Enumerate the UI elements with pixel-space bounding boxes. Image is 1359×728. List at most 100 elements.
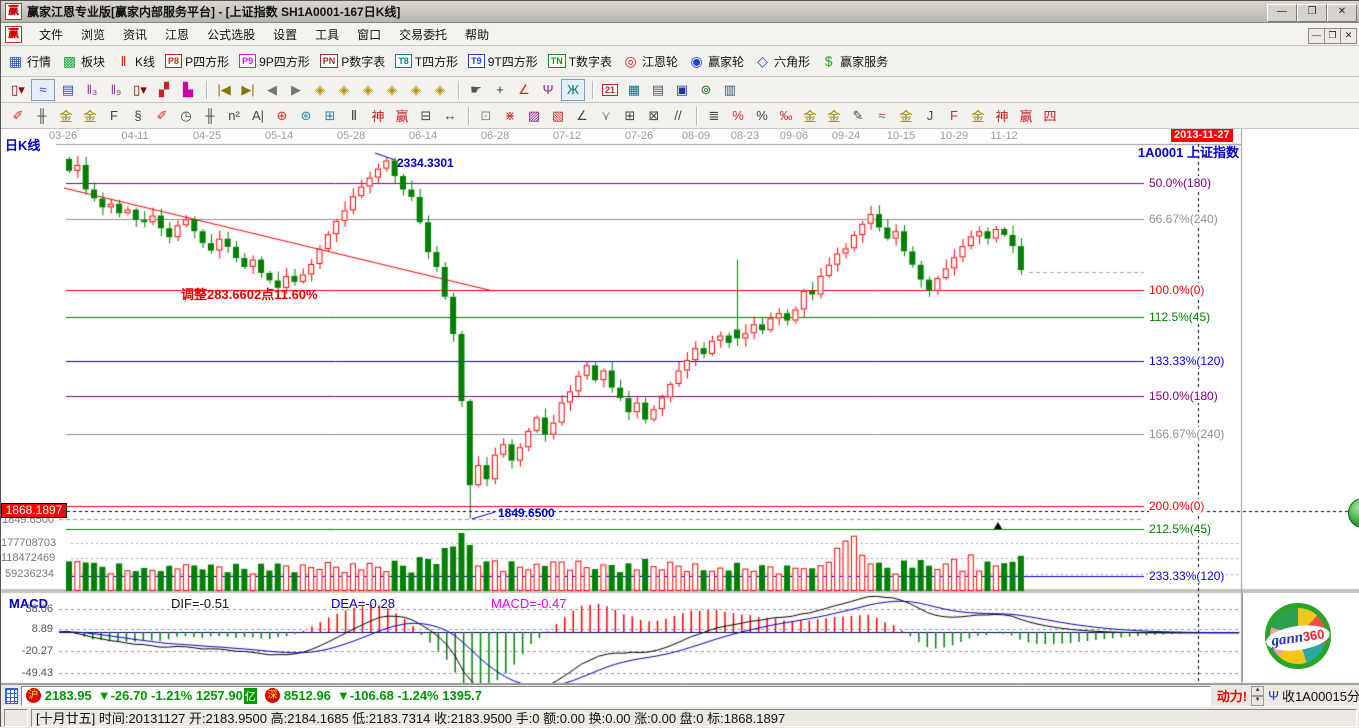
child-close-button[interactable]: ✕ <box>1340 28 1357 44</box>
shen-tool-button[interactable]: 神 <box>367 106 389 126</box>
frame-tool-button[interactable]: ⊡ <box>475 106 497 126</box>
workstation-button[interactable]: ▥ <box>719 80 741 100</box>
pct-tool-button[interactable]: % <box>751 106 773 126</box>
go-next-button[interactable]: ▶ <box>285 80 307 100</box>
shade-box-button[interactable]: ▨ <box>523 106 545 126</box>
close-button[interactable]: ✕ <box>1327 4 1357 22</box>
gann-fan-button[interactable]: ⋇ <box>499 106 521 126</box>
kline-mark-button[interactable]: Ⅱ <box>343 106 365 126</box>
minimize-button[interactable]: — <box>1267 4 1297 22</box>
child-restore-button[interactable]: ❐ <box>1324 28 1341 44</box>
tick-ruler-button[interactable]: ╫ <box>199 106 221 126</box>
toolbar-item-9t-square[interactable]: T99T四方形 <box>468 53 538 70</box>
toolbar-item-p-table[interactable]: PNP数字表 <box>320 53 386 70</box>
go-first-button[interactable]: |◀ <box>213 80 235 100</box>
pen-tool-button[interactable]: ✐ <box>7 106 29 126</box>
gold-circle-button[interactable]: 金 <box>799 106 821 126</box>
brush-tool-button[interactable]: ✎ <box>847 106 869 126</box>
toolbar-item-quotes[interactable]: ▦行情 <box>7 53 51 70</box>
wave-check-button[interactable]: ⋎ <box>595 106 617 126</box>
toolbar-item-9p-square[interactable]: P99P四方形 <box>239 53 310 70</box>
candle-type-button[interactable]: ▯▾ <box>129 80 151 100</box>
grid-x-button[interactable]: ⊠ <box>643 106 665 126</box>
go-prev-button[interactable]: ◀ <box>261 80 283 100</box>
gold-ruler-2-button[interactable]: 金 <box>79 106 101 126</box>
diamond-right-button[interactable]: ◈ <box>333 80 355 100</box>
calendar-button[interactable]: 21 <box>599 80 621 100</box>
menu-item-8[interactable]: 交易委托 <box>390 24 456 45</box>
diamond-left-button[interactable]: ◈ <box>309 80 331 100</box>
toolbar-item-sectors[interactable]: ▩板块 <box>61 53 105 70</box>
save-button[interactable]: ▣ <box>671 80 693 100</box>
menu-item-6[interactable]: 工具 <box>306 24 348 45</box>
grid-icon[interactable] <box>5 688 18 704</box>
jin-angle-button[interactable]: 金 <box>967 106 989 126</box>
pct-strike-button[interactable]: % <box>727 106 749 126</box>
menu-item-0[interactable]: 文件 <box>30 24 72 45</box>
shenzhen-badge[interactable]: 深 <box>265 688 280 703</box>
gold-angle-button[interactable]: 金 <box>895 106 917 126</box>
f-angle-button[interactable]: F <box>943 106 965 126</box>
crosshair-tool-button[interactable]: + <box>489 80 511 100</box>
notes-button[interactable]: ▤ <box>647 80 669 100</box>
spiral-tool-button[interactable]: § <box>127 106 149 126</box>
menu-item-3[interactable]: 江恩 <box>156 24 198 45</box>
menu-item-1[interactable]: 浏览 <box>72 24 114 45</box>
toolbar-item-p-square[interactable]: P8P四方形 <box>165 53 229 70</box>
toolbar-item-t-square[interactable]: T8T四方形 <box>395 53 458 70</box>
spinner-down-icon[interactable]: ▼ <box>1251 696 1264 706</box>
zigzag-view-button[interactable]: ≈ <box>31 79 55 101</box>
diamond-x-button[interactable]: ◈ <box>381 80 403 100</box>
angle-line-button[interactable]: ∠ <box>571 106 593 126</box>
menu-item-7[interactable]: 窗口 <box>348 24 390 45</box>
shen-angle-button[interactable]: 神 <box>991 106 1013 126</box>
toolbar-item-winner-wheel[interactable]: ◉赢家轮 <box>688 53 744 70</box>
spinner-up-icon[interactable]: ▲ <box>1251 686 1264 696</box>
shanghai-badge[interactable]: 沪 <box>26 688 41 703</box>
permille-tool-button[interactable]: ‰ <box>775 106 797 126</box>
ruler-123-button[interactable]: ⊟ <box>415 106 437 126</box>
period-spinner[interactable]: ▲ ▼ <box>1251 686 1264 706</box>
fractal-tool-button[interactable]: Ψ <box>537 80 559 100</box>
gold-line-button[interactable]: 金 <box>823 106 845 126</box>
toolbar-item-winner-service[interactable]: $赢家服务 <box>820 53 888 70</box>
hand-tool-button[interactable]: ☛ <box>465 80 487 100</box>
menu-item-4[interactable]: 公式选股 <box>198 24 264 45</box>
ying-tool-button[interactable]: 赢 <box>391 106 413 126</box>
diamond-h-button[interactable]: ◈ <box>357 80 379 100</box>
symbol-label[interactable]: 1A0001 上证指数 <box>1138 142 1239 161</box>
caliper-button[interactable]: ╫ <box>31 106 53 126</box>
j-angle-button[interactable]: J <box>919 106 941 126</box>
info-panel-button[interactable]: ▤ <box>57 80 79 100</box>
text-tool-button[interactable]: A| <box>247 106 269 126</box>
f-ruler-button[interactable]: F <box>103 106 125 126</box>
cycle-clock-button[interactable]: ◷ <box>175 106 197 126</box>
n2-tool-button[interactable]: n² <box>223 106 245 126</box>
grid-big-button[interactable]: ⊞ <box>619 106 641 126</box>
toolbar-item-kline[interactable]: ‖K线 <box>115 53 155 70</box>
angle-tool-button[interactable]: ∠ <box>513 80 535 100</box>
child-minimize-button[interactable]: — <box>1308 28 1325 44</box>
parallel-lines-button[interactable]: // <box>667 106 689 126</box>
go-last-button[interactable]: ▶| <box>237 80 259 100</box>
web-data-button[interactable]: ⊚ <box>695 80 717 100</box>
brain-tool-button[interactable]: Ж <box>561 79 585 101</box>
calculator-button[interactable]: ▦ <box>623 80 645 100</box>
diamond-all-button[interactable]: ◈ <box>429 80 451 100</box>
toolbar-item-t-table[interactable]: TNT数字表 <box>548 53 612 70</box>
colored-histogram-button[interactable]: ▙ <box>177 80 199 100</box>
diamond-plus-button[interactable]: ◈ <box>405 80 427 100</box>
grid-box-button[interactable]: ⊞ <box>319 106 341 126</box>
wave-tool-button[interactable]: ≈ <box>871 106 893 126</box>
shade-box2-button[interactable]: ▧ <box>547 106 569 126</box>
span-arrow-button[interactable]: ↔ <box>439 106 461 126</box>
toolbar-item-hexagon[interactable]: ◇六角形 <box>754 53 810 70</box>
power-label[interactable]: 动力! <box>1217 686 1247 705</box>
map-view-button[interactable]: ▞ <box>153 80 175 100</box>
candle-style-button[interactable]: ▯▾ <box>7 80 29 100</box>
knife-tool-button[interactable]: ✐ <box>151 106 173 126</box>
restore-button[interactable]: ❐ <box>1297 4 1327 22</box>
gold-ruler-1-button[interactable]: 金 <box>55 106 77 126</box>
si-angle-button[interactable]: 四 <box>1039 106 1061 126</box>
close-cycle-label[interactable]: 收1A00015分 <box>1282 686 1359 705</box>
